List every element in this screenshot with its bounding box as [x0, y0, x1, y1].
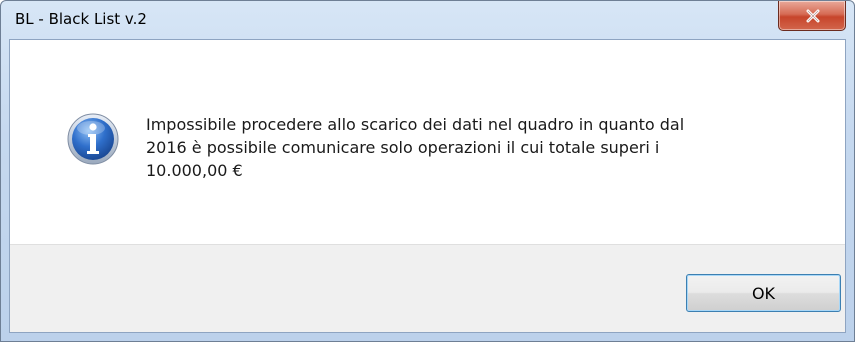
message-area: Impossibile procedere allo scarico dei d…	[10, 40, 845, 244]
close-button[interactable]	[778, 1, 846, 31]
title-bar[interactable]: BL - Black List v.2	[1, 1, 854, 39]
dialog-body: Impossibile procedere allo scarico dei d…	[9, 39, 846, 333]
button-bar: OK	[10, 244, 845, 332]
dialog-window: BL - Black List v.2 Impossibile proceder…	[0, 0, 855, 342]
ok-button[interactable]: OK	[686, 274, 841, 312]
close-icon	[806, 9, 820, 23]
info-icon	[67, 113, 119, 165]
window-title: BL - Black List v.2	[15, 10, 147, 28]
dialog-message: Impossibile procedere allo scarico dei d…	[146, 115, 685, 180]
